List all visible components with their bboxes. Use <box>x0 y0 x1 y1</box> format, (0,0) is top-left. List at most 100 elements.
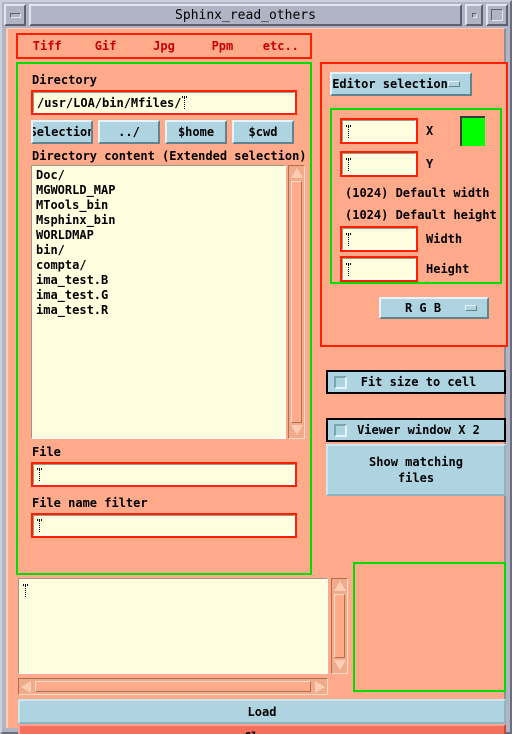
format-bar: Tiff Gif Jpg Ppm etc.. <box>16 33 312 59</box>
editor-selection-dropdown[interactable]: Editor selection <box>330 72 472 96</box>
height-label: Height <box>426 262 470 276</box>
checkbox-square[interactable] <box>334 375 347 389</box>
scroll-left-icon[interactable] <box>20 680 33 693</box>
scroll-up-icon[interactable] <box>333 580 346 593</box>
list-item[interactable]: bin/ <box>36 243 285 258</box>
y-label: Y <box>426 157 434 171</box>
file-input[interactable] <box>31 462 297 487</box>
directory-input-inner: /usr/LOA/bin/Mfiles/ <box>33 92 295 113</box>
format-tab-gif[interactable]: Gif <box>76 39 134 53</box>
directory-input[interactable]: /usr/LOA/bin/Mfiles/ <box>31 90 297 115</box>
chevron-down-icon <box>448 81 460 87</box>
text-caret <box>37 519 42 532</box>
list-item[interactable]: ima_test.R <box>36 303 285 318</box>
format-tab-tiff[interactable]: Tiff <box>18 39 76 53</box>
directory-list[interactable]: Doc/ MGWORLD_MAP MTools_bin Msphinx_bin … <box>31 165 286 439</box>
rgb-dropdown[interactable]: R G B <box>379 297 489 319</box>
window-title: Sphinx_read_others <box>29 4 462 26</box>
directory-list-scrollbar[interactable] <box>288 165 305 439</box>
x-input[interactable] <box>340 118 418 144</box>
text-caret <box>346 157 351 171</box>
file-filter-input-inner <box>33 515 295 536</box>
restore-glyph <box>491 9 503 21</box>
format-tab-ppm[interactable]: Ppm <box>193 39 251 53</box>
list-item[interactable]: ima_test.B <box>36 273 285 288</box>
height-input-inner <box>342 258 416 280</box>
color-swatch[interactable] <box>460 116 485 146</box>
format-tab-jpg[interactable]: Jpg <box>135 39 193 53</box>
minimize-glyph <box>9 12 21 18</box>
rgb-label: R G B <box>404 301 442 315</box>
file-filter-label: File name filter <box>32 496 148 510</box>
output-textarea[interactable] <box>18 578 328 674</box>
list-item[interactable]: MTools_bin <box>36 198 285 213</box>
directory-content-label: Directory content (Extended selection) <box>32 149 307 163</box>
scrollbar-thumb[interactable] <box>334 594 345 658</box>
text-caret <box>181 96 187 109</box>
minimize-icon[interactable] <box>4 4 26 26</box>
output-horizontal-scrollbar[interactable] <box>18 678 328 695</box>
width-label: Width <box>426 232 463 246</box>
show-matching-line2: files <box>397 471 435 485</box>
editor-settings-group: Editor selection X Y (1024) Default widt… <box>320 62 508 347</box>
scroll-up-icon[interactable] <box>290 167 303 180</box>
directory-input-value: /usr/LOA/bin/Mfiles/ <box>37 95 182 110</box>
x-input-inner <box>342 120 416 142</box>
chevron-down-icon <box>465 305 477 311</box>
width-input-inner <box>342 228 416 250</box>
file-input-inner <box>33 464 295 485</box>
default-height-label: (1024) Default height <box>345 208 497 222</box>
load-button[interactable]: Load <box>18 699 506 724</box>
list-item[interactable]: MGWORLD_MAP <box>36 183 285 198</box>
selection-button[interactable]: Selection <box>31 120 93 144</box>
scroll-down-icon[interactable] <box>290 424 303 437</box>
default-width-label: (1024) Default width <box>345 186 490 200</box>
text-caret <box>37 468 42 481</box>
restore-icon[interactable] <box>486 4 508 26</box>
list-item[interactable]: ima_test.G <box>36 288 285 303</box>
image-preview-panel <box>353 562 506 692</box>
text-caret <box>23 584 28 597</box>
scroll-right-icon[interactable] <box>313 680 326 693</box>
close-button[interactable]: Close <box>18 724 506 734</box>
show-matching-line1: Show matching <box>369 455 463 469</box>
maximize-glyph <box>471 12 477 18</box>
client-area: Tiff Gif Jpg Ppm etc.. Directory /usr/LO… <box>6 28 508 734</box>
list-item[interactable]: WORLDMAP <box>36 228 285 243</box>
directory-label: Directory <box>32 73 98 87</box>
fit-size-to-cell-label: Fit size to cell <box>360 375 477 389</box>
parent-dir-button[interactable]: ../ <box>98 120 160 144</box>
title-bar-controls <box>465 4 508 26</box>
list-item[interactable]: Msphinx_bin <box>36 213 285 228</box>
maximize-icon[interactable] <box>465 4 483 26</box>
fit-size-to-cell-checkbox[interactable]: Fit size to cell <box>326 370 506 394</box>
height-input[interactable] <box>340 256 418 282</box>
list-item[interactable]: Doc/ <box>36 168 285 183</box>
show-matching-files-button[interactable]: Show matching files <box>326 444 506 496</box>
scroll-down-icon[interactable] <box>333 659 346 672</box>
editor-selection-label: Editor selection <box>332 77 448 91</box>
text-caret <box>346 124 351 138</box>
y-input-inner <box>342 153 416 175</box>
application-window: Sphinx_read_others Tiff Gif Jpg Ppm etc.… <box>0 0 512 734</box>
checkbox-square[interactable] <box>334 423 347 437</box>
output-vertical-scrollbar[interactable] <box>331 578 348 674</box>
scrollbar-thumb[interactable] <box>291 181 302 423</box>
width-input[interactable] <box>340 226 418 252</box>
title-bar: Sphinx_read_others <box>4 4 508 26</box>
viewer-window-x2-checkbox[interactable]: Viewer window X 2 <box>326 418 506 442</box>
dimensions-group: X Y (1024) Default width (1024) Default … <box>330 108 502 284</box>
file-label: File <box>32 445 61 459</box>
text-caret <box>346 262 351 276</box>
x-label: X <box>426 124 434 138</box>
file-filter-input[interactable] <box>31 513 297 538</box>
viewer-window-x2-label: Viewer window X 2 <box>357 423 480 437</box>
file-browser-group: Directory /usr/LOA/bin/Mfiles/ Selection… <box>16 62 312 575</box>
format-tab-etc[interactable]: etc.. <box>252 39 310 53</box>
cwd-dir-button[interactable]: $cwd <box>232 120 294 144</box>
home-dir-button[interactable]: $home <box>165 120 227 144</box>
y-input[interactable] <box>340 151 418 177</box>
text-caret <box>346 232 351 246</box>
scrollbar-thumb[interactable] <box>35 681 311 692</box>
list-item[interactable]: compta/ <box>36 258 285 273</box>
